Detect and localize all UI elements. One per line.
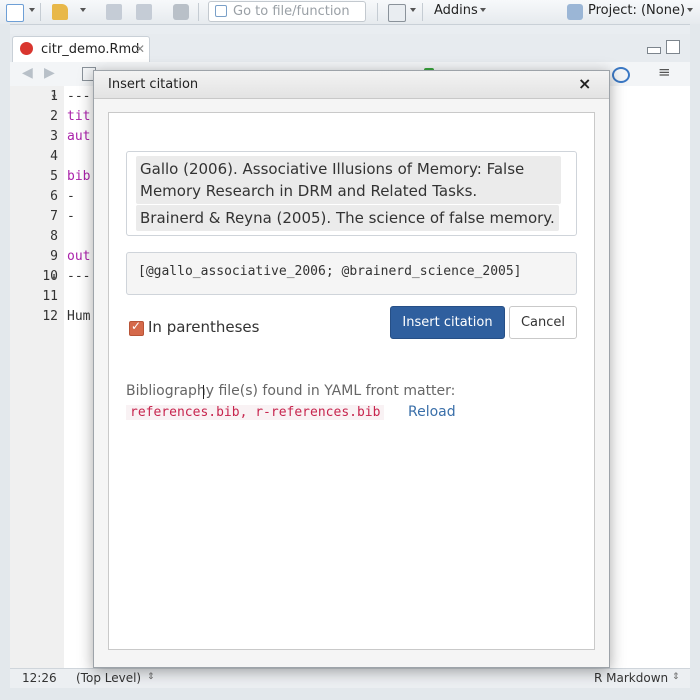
pane-layout-dropdown-icon[interactable] <box>410 8 416 12</box>
addins-menu[interactable]: Addins <box>434 3 478 18</box>
line-number: 5 <box>50 169 58 184</box>
save-icon[interactable] <box>106 4 122 20</box>
new-file-icon[interactable] <box>6 4 24 22</box>
main-toolbar: Go to file/function Addins Project: (Non… <box>0 0 700 25</box>
file-type-selector[interactable]: R Markdown <box>594 671 668 685</box>
bibliography-message: Bibliography file(s) found in YAML front… <box>126 383 456 399</box>
line-number: 9 <box>50 249 58 264</box>
selected-reference-item[interactable]: Brainerd & Reyna (2005). The science of … <box>136 205 559 231</box>
rmd-file-icon <box>20 42 33 55</box>
back-arrow-icon[interactable]: ◀ <box>22 65 33 81</box>
toolbar-divider <box>377 3 378 21</box>
fold-marker-icon[interactable]: ▴ <box>52 272 56 281</box>
in-parentheses-label[interactable]: In parentheses <box>148 318 259 336</box>
insert-citation-button[interactable]: Insert citation <box>390 306 505 339</box>
line-number: 7 <box>50 209 58 224</box>
bottom-window-edge <box>0 688 700 700</box>
toolbar-divider <box>40 3 41 21</box>
print-icon[interactable] <box>173 4 189 20</box>
tab-citr-demo[interactable]: citr_demo.Rmd ✕ <box>12 36 150 63</box>
selected-reference-item[interactable]: Gallo (2006). Associative Illusions of M… <box>136 156 561 204</box>
outline-icon[interactable]: ≡ <box>658 63 671 81</box>
line-number: 3 <box>50 129 58 144</box>
cursor-position: 12:26 <box>22 671 57 685</box>
reference-selector[interactable]: Gallo (2006). Associative Illusions of M… <box>126 151 577 236</box>
line-number-gutter: 1 2 3 4 5 6 7 8 9 10 11 12 ▾ ▴ <box>10 86 64 668</box>
line-number: 11 <box>42 289 58 304</box>
scope-selector[interactable]: (Top Level) <box>76 671 141 685</box>
in-parentheses-checkbox[interactable]: ✓ <box>129 319 144 336</box>
dialog-content: Gallo (2006). Associative Illusions of M… <box>108 112 595 650</box>
fold-marker-icon[interactable]: ▾ <box>52 92 56 101</box>
go-to-file-icon <box>215 5 227 17</box>
maximize-pane-icon[interactable] <box>666 40 680 54</box>
code-line: bib <box>67 169 91 184</box>
code-line: --- <box>67 269 91 284</box>
line-number: 2 <box>50 109 58 124</box>
save-all-icon[interactable] <box>136 4 152 20</box>
code-line: Hum <box>67 309 91 324</box>
addins-dropdown-icon[interactable] <box>480 8 486 12</box>
open-folder-icon[interactable] <box>52 4 68 20</box>
left-window-edge <box>0 24 10 700</box>
project-menu[interactable]: Project: (None) <box>588 3 685 18</box>
scope-updown-icon[interactable]: ⇕ <box>147 672 155 682</box>
line-number: 4 <box>50 149 58 164</box>
dialog-titlebar: Insert citation × <box>94 71 609 99</box>
toolbar-divider <box>422 3 423 21</box>
line-number: 1 <box>50 89 58 104</box>
open-folder-dropdown-icon[interactable] <box>80 8 86 12</box>
right-window-edge <box>690 24 700 700</box>
line-number: 12 <box>42 309 58 324</box>
line-number: 8 <box>50 229 58 244</box>
code-line: out <box>67 249 91 264</box>
new-file-dropdown-icon[interactable] <box>29 8 35 12</box>
project-icon <box>567 4 583 20</box>
pane-layout-icon[interactable] <box>388 4 406 22</box>
project-dropdown-icon[interactable] <box>687 8 693 12</box>
tab-close-icon[interactable]: ✕ <box>135 42 145 56</box>
reload-link[interactable]: Reload <box>408 404 456 420</box>
code-line: tit <box>67 109 91 124</box>
forward-arrow-icon[interactable]: ▶ <box>44 65 55 81</box>
code-line: --- <box>67 89 91 104</box>
code-line: - <box>67 209 75 224</box>
bibliography-files: references.bib, r-references.bib <box>126 405 385 420</box>
go-to-file-placeholder: Go to file/function <box>233 4 350 19</box>
text-cursor-icon <box>203 385 206 399</box>
line-number: 6 <box>50 189 58 204</box>
citation-keys: [@gallo_associative_2006; @brainerd_scie… <box>138 264 522 279</box>
go-to-file-input[interactable]: Go to file/function <box>208 1 366 22</box>
sync-icon[interactable] <box>612 67 630 83</box>
editor-tab-bar: citr_demo.Rmd ✕ <box>10 34 690 63</box>
dialog-close-icon[interactable]: × <box>578 74 591 93</box>
checkmark-icon: ✓ <box>131 319 142 333</box>
insert-citation-dialog: Insert citation × Gallo (2006). Associat… <box>93 70 610 668</box>
status-bar: 12:26 (Top Level) ⇕ R Markdown ⇕ <box>10 668 690 689</box>
citation-key-output: [@gallo_associative_2006; @brainerd_scie… <box>126 252 577 295</box>
tab-label: citr_demo.Rmd <box>41 42 140 57</box>
file-type-updown-icon[interactable]: ⇕ <box>672 672 680 682</box>
code-line: aut <box>67 129 91 144</box>
cancel-button[interactable]: Cancel <box>509 306 577 339</box>
toolbar-divider <box>198 3 199 21</box>
dialog-title: Insert citation <box>108 77 199 92</box>
minimize-pane-icon[interactable] <box>647 47 661 54</box>
code-line: - <box>67 189 75 204</box>
line-number: 10 <box>42 269 58 284</box>
